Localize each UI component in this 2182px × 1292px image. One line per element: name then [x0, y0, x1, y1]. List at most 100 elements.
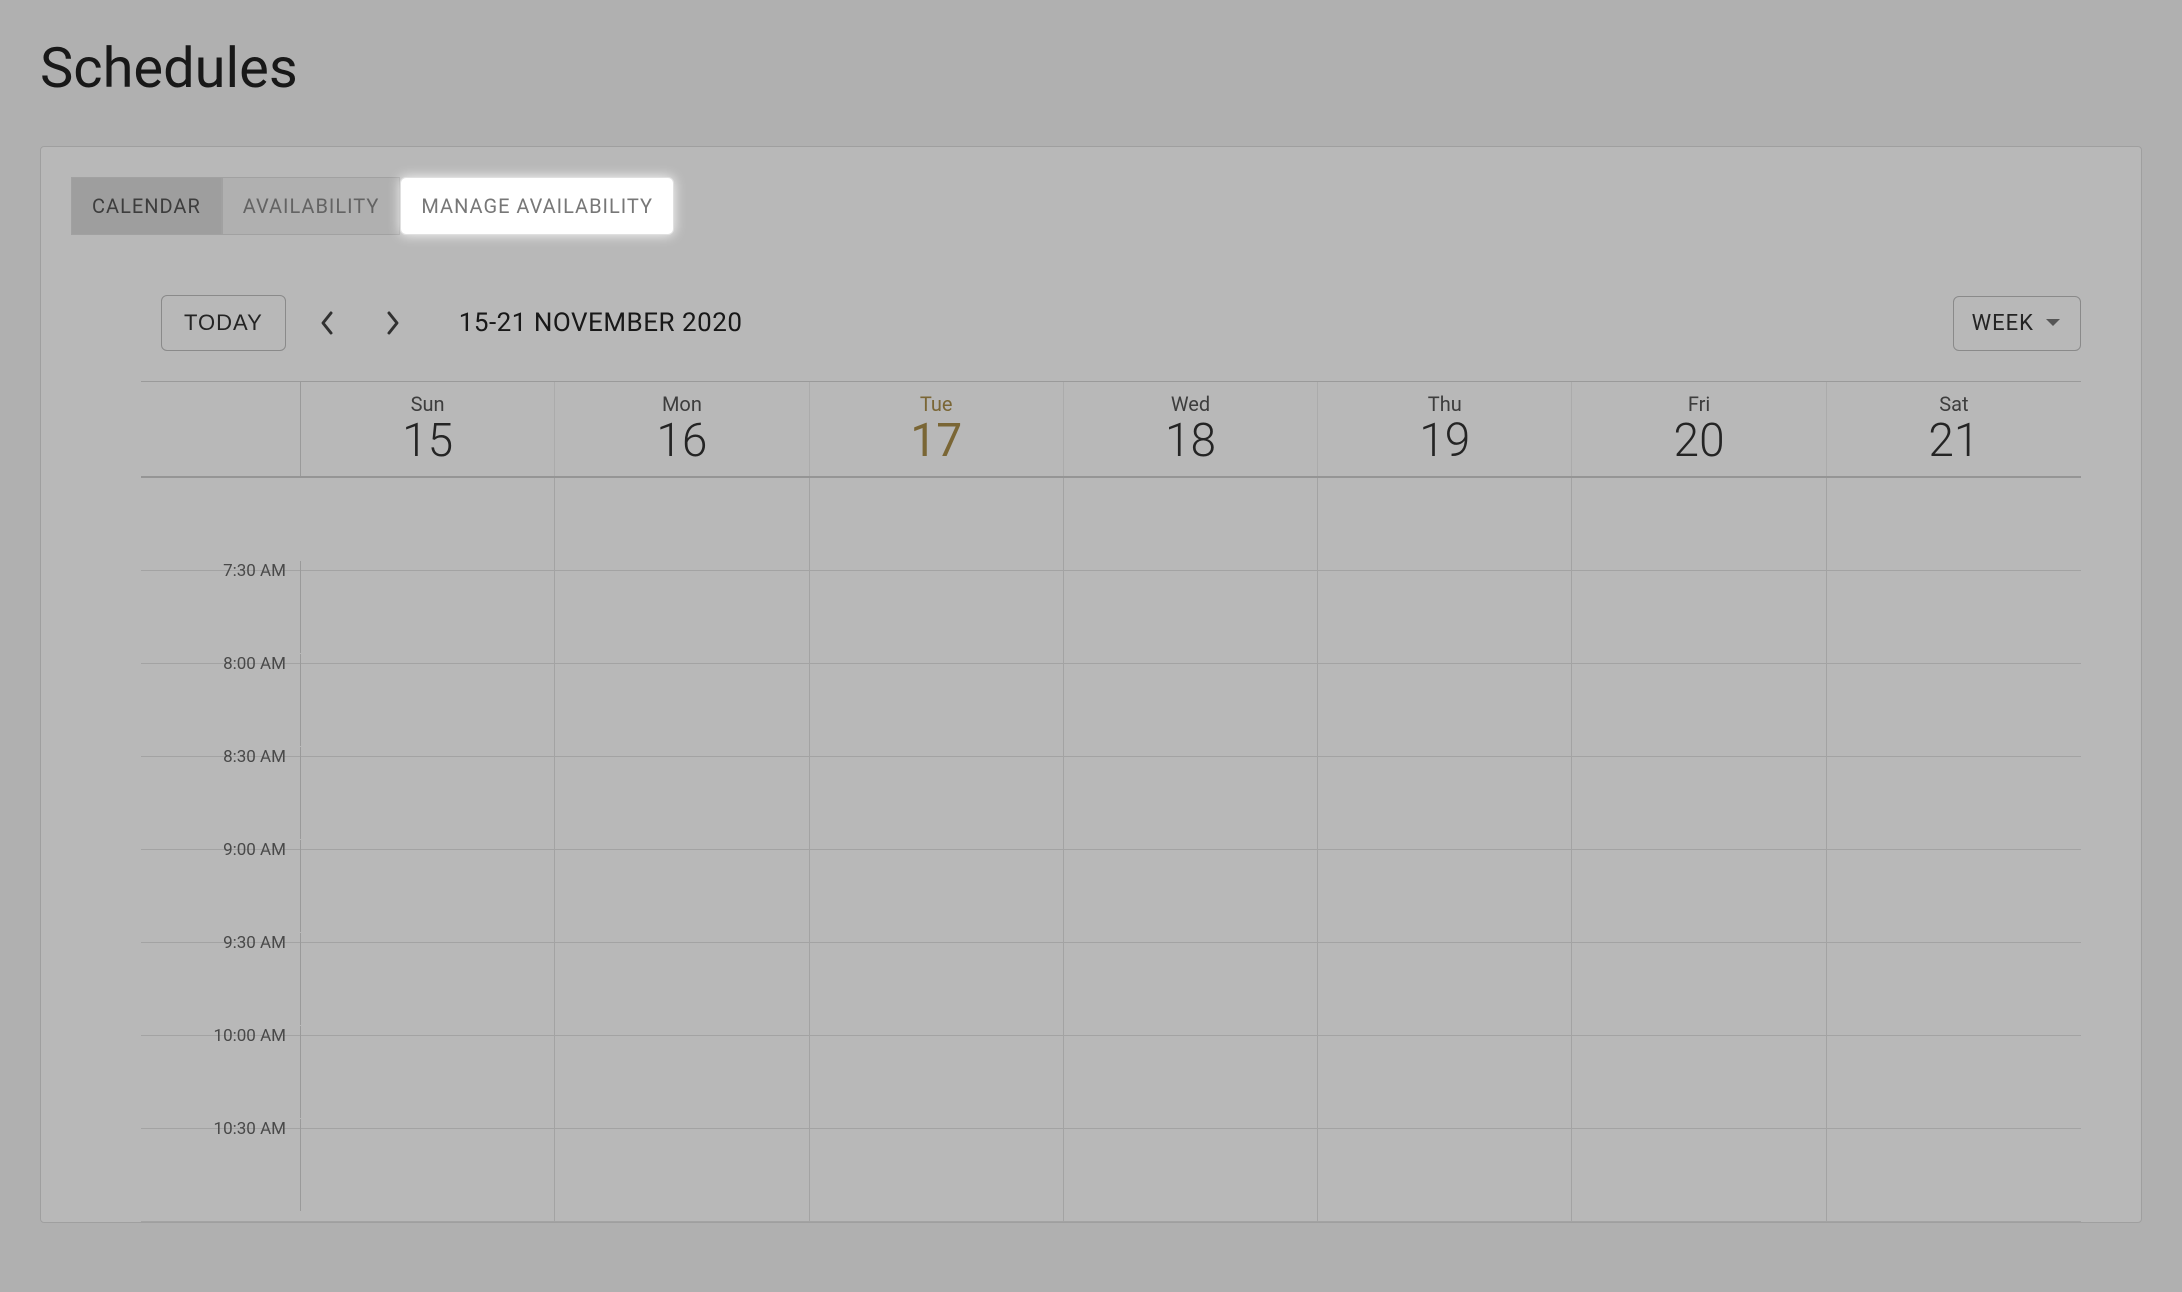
time-cell[interactable]: [1827, 943, 2081, 1035]
time-cell[interactable]: [1064, 478, 1318, 570]
time-row: 10:00 AM: [141, 1036, 2081, 1129]
time-cell[interactable]: [301, 478, 555, 570]
time-cell[interactable]: [1827, 1036, 2081, 1128]
day-head-fri[interactable]: Fri20: [1572, 382, 1826, 476]
time-cell[interactable]: [301, 571, 555, 663]
time-cell[interactable]: [1064, 757, 1318, 849]
tab-availability[interactable]: AVAILABILITY: [222, 177, 401, 235]
time-cell[interactable]: [555, 757, 809, 849]
time-cell[interactable]: [1064, 1036, 1318, 1128]
time-cell[interactable]: [301, 850, 555, 942]
day-head-tue[interactable]: Tue17: [810, 382, 1064, 476]
time-cell[interactable]: [1572, 757, 1826, 849]
schedule-card: CALENDAR AVAILABILITY MANAGE AVAILABILIT…: [40, 146, 2142, 1223]
day-num: 19: [1318, 414, 1571, 468]
time-cell[interactable]: [1572, 478, 1826, 570]
time-row: 8:30 AM: [141, 757, 2081, 850]
chevron-right-icon: [383, 310, 401, 336]
time-cell[interactable]: [301, 1036, 555, 1128]
tabs-row: CALENDAR AVAILABILITY MANAGE AVAILABILIT…: [41, 147, 2141, 235]
time-row: [141, 478, 2081, 571]
time-cell[interactable]: [1318, 850, 1572, 942]
time-cell[interactable]: [1827, 757, 2081, 849]
time-cell[interactable]: [555, 943, 809, 1035]
time-cell[interactable]: [555, 664, 809, 756]
time-cell[interactable]: [810, 850, 1064, 942]
view-select[interactable]: WEEK: [1953, 296, 2081, 351]
time-cell[interactable]: [555, 478, 809, 570]
time-cell[interactable]: [1827, 664, 2081, 756]
calendar-header-gutter: [141, 382, 301, 476]
time-row: 8:00 AM: [141, 664, 2081, 757]
time-cell[interactable]: [810, 757, 1064, 849]
day-abbr: Tue: [810, 392, 1063, 416]
time-cell[interactable]: [1572, 1129, 1826, 1221]
time-cell[interactable]: [1572, 571, 1826, 663]
time-cell[interactable]: [810, 1129, 1064, 1221]
time-cell[interactable]: [810, 571, 1064, 663]
time-cell[interactable]: [810, 478, 1064, 570]
time-cell[interactable]: [1318, 478, 1572, 570]
time-cell[interactable]: [1827, 571, 2081, 663]
time-label: 7:30 AM: [141, 561, 301, 653]
time-row: 9:00 AM: [141, 850, 2081, 943]
time-cell[interactable]: [555, 1036, 809, 1128]
day-head-sat[interactable]: Sat21: [1827, 382, 2081, 476]
day-abbr: Sun: [301, 392, 554, 416]
time-cell[interactable]: [1827, 850, 2081, 942]
time-cell[interactable]: [1318, 1129, 1572, 1221]
time-cell[interactable]: [810, 943, 1064, 1035]
time-cell[interactable]: [1064, 1129, 1318, 1221]
time-cell[interactable]: [301, 757, 555, 849]
time-cell[interactable]: [810, 1036, 1064, 1128]
day-abbr: Sat: [1827, 392, 2081, 416]
caret-down-icon: [2044, 317, 2062, 329]
time-cell[interactable]: [810, 664, 1064, 756]
time-cell[interactable]: [301, 1129, 555, 1221]
today-button[interactable]: TODAY: [161, 295, 286, 351]
day-head-thu[interactable]: Thu19: [1318, 382, 1572, 476]
time-label: 9:00 AM: [141, 840, 301, 932]
time-cell[interactable]: [1064, 850, 1318, 942]
time-cell[interactable]: [1318, 664, 1572, 756]
next-button[interactable]: [370, 301, 414, 345]
toolbar-left: TODAY 15-21 NOVEMBER 2020: [161, 295, 742, 351]
time-cell[interactable]: [555, 571, 809, 663]
day-head-sun[interactable]: Sun15: [301, 382, 555, 476]
tab-calendar[interactable]: CALENDAR: [71, 177, 222, 235]
prev-button[interactable]: [306, 301, 350, 345]
day-abbr: Thu: [1318, 392, 1571, 416]
time-cell[interactable]: [1064, 664, 1318, 756]
time-cell[interactable]: [1572, 850, 1826, 942]
calendar-toolbar: TODAY 15-21 NOVEMBER 2020 WEEK: [41, 235, 2141, 381]
day-num: 15: [301, 414, 554, 468]
time-cell[interactable]: [1572, 943, 1826, 1035]
time-cell[interactable]: [555, 850, 809, 942]
time-cell[interactable]: [1572, 664, 1826, 756]
day-head-mon[interactable]: Mon16: [555, 382, 809, 476]
day-head-wed[interactable]: Wed18: [1064, 382, 1318, 476]
tab-manage-availability[interactable]: MANAGE AVAILABILITY: [400, 177, 674, 235]
time-cell[interactable]: [1064, 943, 1318, 1035]
time-cell[interactable]: [555, 1129, 809, 1221]
day-abbr: Fri: [1572, 392, 1825, 416]
time-cell[interactable]: [1318, 1036, 1572, 1128]
time-cell[interactable]: [1827, 1129, 2081, 1221]
time-label: 8:00 AM: [141, 654, 301, 746]
time-cell[interactable]: [1827, 478, 2081, 570]
time-cell[interactable]: [301, 664, 555, 756]
calendar-header-row: Sun15Mon16Tue17Wed18Thu19Fri20Sat21: [141, 381, 2081, 478]
time-cell[interactable]: [1318, 757, 1572, 849]
time-cell[interactable]: [1318, 571, 1572, 663]
calendar-body: 7:30 AM8:00 AM8:30 AM9:00 AM9:30 AM10:00…: [141, 478, 2081, 1222]
day-abbr: Mon: [555, 392, 808, 416]
day-num: 16: [555, 414, 808, 468]
time-row: 9:30 AM: [141, 943, 2081, 1036]
time-cell[interactable]: [1318, 943, 1572, 1035]
time-cell[interactable]: [1064, 571, 1318, 663]
view-select-label: WEEK: [1972, 311, 2034, 336]
time-cell[interactable]: [1572, 1036, 1826, 1128]
time-label: 10:30 AM: [141, 1119, 301, 1211]
time-label: 9:30 AM: [141, 933, 301, 1025]
time-cell[interactable]: [301, 943, 555, 1035]
